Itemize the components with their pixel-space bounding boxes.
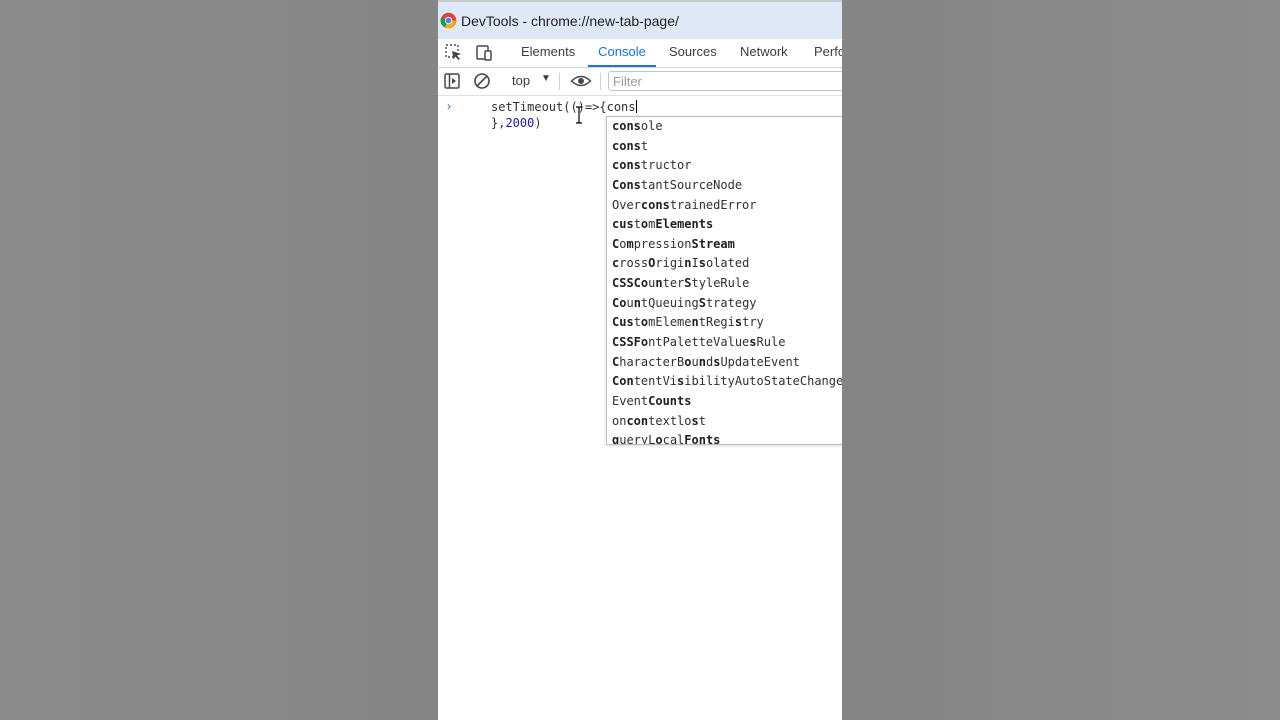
autocomplete-item[interactable]: crossOriginIsolated: [607, 254, 842, 274]
eye-icon[interactable]: [570, 71, 592, 91]
console-input-line-2[interactable]: },2000): [491, 116, 542, 130]
background-right: [842, 0, 1280, 720]
autocomplete-dropdown[interactable]: console const constructor ConstantSourceNod…: [606, 116, 842, 445]
filter-input[interactable]: [608, 71, 842, 91]
autocomplete-item[interactable]: ContentVisibilityAutoStateChange: [607, 372, 842, 392]
autocomplete-item[interactable]: console: [607, 117, 842, 137]
autocomplete-item[interactable]: customElements: [607, 215, 842, 235]
inspect-element-icon[interactable]: [444, 43, 464, 63]
tab-elements[interactable]: Elements: [521, 43, 575, 67]
tab-network[interactable]: Network: [740, 43, 788, 67]
text-cursor-icon: [576, 106, 582, 124]
tab-sources[interactable]: Sources: [669, 43, 717, 67]
devtools-window: DevTools - chrome://new-tab-page/ Elemen…: [438, 0, 842, 720]
tab-console[interactable]: Console: [588, 43, 656, 67]
context-selector[interactable]: top: [512, 73, 530, 88]
autocomplete-item[interactable]: CSSFontPaletteValuesRule: [607, 333, 842, 353]
text-caret: [635, 100, 637, 113]
autocomplete-item[interactable]: EventCounts: [607, 392, 842, 412]
autocomplete-item[interactable]: CountQueuingStrategy: [607, 294, 842, 314]
device-toolbar-icon[interactable]: [474, 43, 494, 63]
toolbar-divider: [559, 73, 560, 90]
autocomplete-item[interactable]: constructor: [607, 156, 842, 176]
autocomplete-item[interactable]: queryLocalFonts: [607, 431, 842, 444]
autocomplete-item[interactable]: CharacterBoundsUpdateEvent: [607, 353, 842, 373]
background-left: [0, 0, 438, 720]
dropdown-arrow-icon[interactable]: ▼: [541, 73, 551, 84]
autocomplete-item[interactable]: const: [607, 137, 842, 157]
sidebar-toggle-icon[interactable]: [442, 71, 462, 91]
window-title: DevTools - chrome://new-tab-page/: [461, 13, 679, 29]
console-prompt-icon: ›: [447, 99, 451, 113]
console-input-line-1[interactable]: setTimeout(()=>{cons: [491, 100, 637, 114]
title-bar[interactable]: DevTools - chrome://new-tab-page/: [438, 0, 842, 39]
autocomplete-item[interactable]: OverconstrainedError: [607, 196, 842, 216]
panel-tab-bar: Elements Console Sources Network Perfo: [438, 39, 842, 68]
console-toolbar: top ▼: [438, 68, 842, 96]
toolbar-divider: [600, 73, 601, 90]
clear-console-icon[interactable]: [472, 71, 492, 91]
autocomplete-item[interactable]: CompressionStream: [607, 235, 842, 255]
tab-performance[interactable]: Perfo: [814, 43, 842, 67]
autocomplete-item[interactable]: CustomElementRegistry: [607, 313, 842, 333]
autocomplete-item[interactable]: oncontextlost: [607, 412, 842, 432]
autocomplete-item[interactable]: ConstantSourceNode: [607, 176, 842, 196]
autocomplete-item[interactable]: CSSCounterStyleRule: [607, 274, 842, 294]
chrome-logo-icon: [440, 12, 457, 29]
